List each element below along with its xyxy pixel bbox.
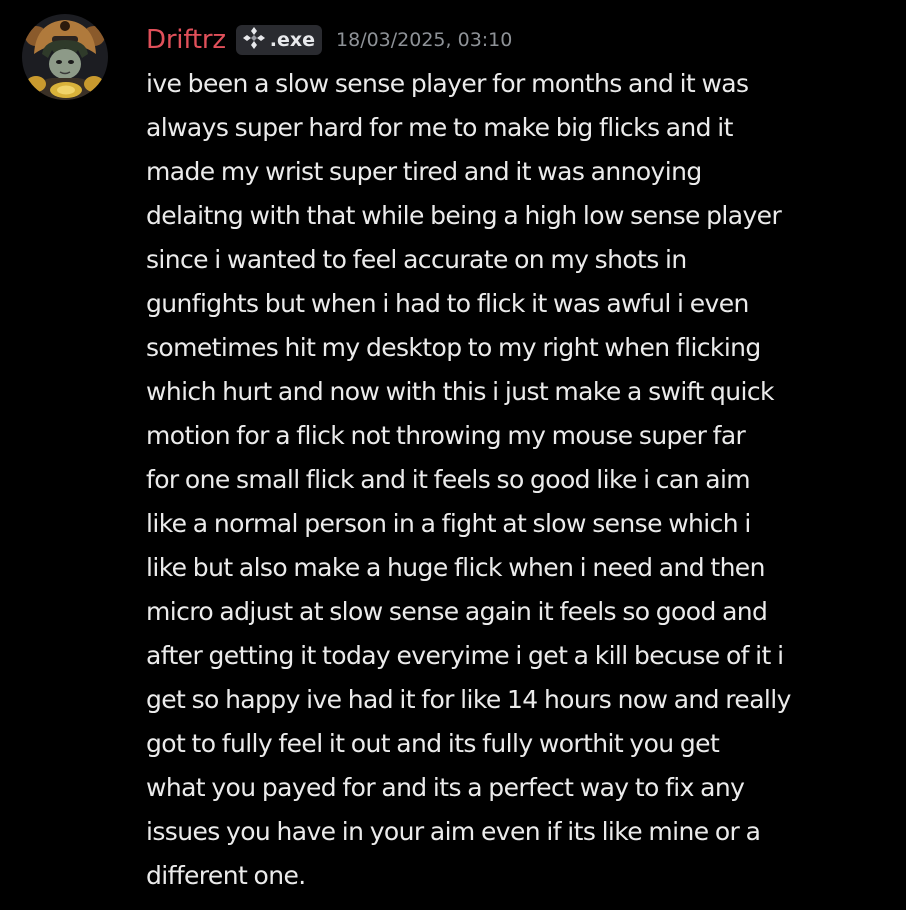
message-line: always super hard for me to make big fli…	[146, 113, 733, 142]
message-line: made my wrist super tired and it was ann…	[146, 157, 702, 186]
timestamp[interactable]: 18/03/2025, 03:10	[336, 29, 512, 51]
username[interactable]: Driftrz	[146, 25, 226, 55]
message-content: ive been a slow sense player for months …	[146, 62, 891, 898]
server-tag-label: .exe	[269, 29, 316, 51]
message-line: like but also make a huge flick when i n…	[146, 553, 765, 582]
message-line: different one.	[146, 861, 306, 890]
message-line: which hurt and now with this i just make…	[146, 377, 774, 406]
message-line: ive been a slow sense player for months …	[146, 69, 749, 98]
message-line: sometimes hit my desktop to my right whe…	[146, 333, 761, 362]
chat-message: Driftrz .exe 18/03/2025, 03:10 ive been …	[0, 0, 906, 910]
message-line: issues you have in your aim even if its …	[146, 817, 761, 846]
avatar[interactable]	[22, 14, 108, 100]
message-line: gunfights but when i had to flick it was…	[146, 289, 749, 318]
message-line: since i wanted to feel accurate on my sh…	[146, 245, 687, 274]
message-line: delaitng with that while being a high lo…	[146, 201, 782, 230]
message-line: get so happy ive had it for like 14 hour…	[146, 685, 791, 714]
character-avatar-icon	[22, 14, 108, 100]
message-line: after getting it today everyime i get a …	[146, 641, 784, 670]
message-line: micro adjust at slow sense again it feel…	[146, 597, 768, 626]
server-tag[interactable]: .exe	[235, 25, 323, 56]
message-header: Driftrz .exe 18/03/2025, 03:10	[146, 18, 512, 62]
message-line: for one small flick and it feels so good…	[146, 465, 751, 494]
message-line: got to fully feel it out and its fully w…	[146, 729, 720, 758]
message-line: motion for a flick not throwing my mouse…	[146, 421, 746, 450]
diamond-tag-icon	[241, 25, 267, 56]
message-line: what you payed for and its a perfect way…	[146, 773, 745, 802]
message-line: like a normal person in a fight at slow …	[146, 509, 751, 538]
